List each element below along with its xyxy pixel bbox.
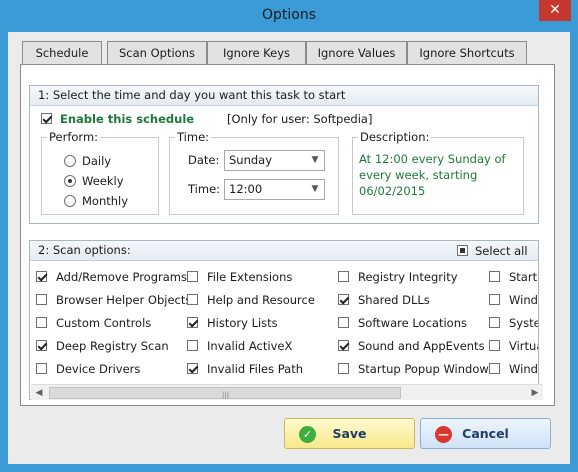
scan-option-checkbox[interactable] <box>338 294 349 305</box>
scan-option-label: Startup Popup Window <box>358 362 489 376</box>
scan-option-label: Windo <box>509 293 538 307</box>
tab-label: Schedule <box>35 46 89 60</box>
scan-option-label: Windo <box>509 362 538 376</box>
perform-box: Perform: Daily Weekly Monthly <box>41 130 159 215</box>
scan-option-checkbox[interactable] <box>338 317 349 328</box>
scan-option-label: Sound and AppEvents <box>358 339 485 353</box>
enable-schedule-label: Enable this schedule <box>60 112 195 126</box>
scan-option-label: Software Locations <box>358 316 467 330</box>
scan-option-label: Browser Helper Objects <box>56 293 192 307</box>
tab-ignore-keys[interactable]: Ignore Keys <box>207 41 306 65</box>
scan-option-checkbox[interactable] <box>489 363 500 374</box>
scan-option-checkbox[interactable] <box>338 363 349 374</box>
scan-option-checkbox[interactable] <box>338 340 349 351</box>
tab-ignore-values[interactable]: Ignore Values <box>306 41 407 65</box>
tab-schedule[interactable]: Schedule <box>22 41 102 65</box>
scroll-left-icon[interactable]: ◀ <box>31 385 47 401</box>
description-text: At 12:00 every Sunday of every week, sta… <box>359 152 506 198</box>
scan-option-label: Deep Registry Scan <box>56 339 169 353</box>
scan-option-checkbox[interactable] <box>187 340 198 351</box>
schedule-group-header: 1: Select the time and day you want this… <box>30 86 538 106</box>
radio-daily[interactable] <box>64 155 76 167</box>
schedule-group: 1: Select the time and day you want this… <box>29 85 539 224</box>
window-title: Options <box>261 7 317 23</box>
options-window: Options ✕ Schedule Scan Options Ignore K… <box>0 0 578 472</box>
tab-scan-options[interactable]: Scan Options <box>107 41 207 65</box>
time-label: Time: <box>188 182 221 196</box>
date-value: Sunday <box>229 153 273 167</box>
radio-monthly[interactable] <box>64 195 76 207</box>
scan-option-checkbox[interactable] <box>36 294 47 305</box>
scan-option-checkbox[interactable] <box>187 317 198 328</box>
radio-weekly[interactable] <box>64 175 76 187</box>
cancel-button[interactable]: — Cancel <box>420 418 551 449</box>
perform-title: Perform: <box>47 130 101 144</box>
enable-schedule-checkbox[interactable] <box>41 113 52 124</box>
horizontal-scrollbar[interactable]: ◀ ||| ▶ <box>31 384 543 400</box>
cancel-button-label: Cancel <box>462 426 509 441</box>
scan-option-checkbox[interactable] <box>187 363 198 374</box>
tab-label: Ignore Values <box>317 46 396 60</box>
tab-ignore-shortcuts[interactable]: Ignore Shortcuts <box>407 41 527 65</box>
scan-option-checkbox[interactable] <box>489 340 500 351</box>
save-button[interactable]: ✓ Save <box>284 418 415 449</box>
grip-icon: ||| <box>222 391 230 399</box>
scan-option-checkbox[interactable] <box>36 271 47 282</box>
scan-option-checkbox[interactable] <box>489 294 500 305</box>
scan-option-label: Device Drivers <box>56 362 141 376</box>
time-value: 12:00 <box>229 182 263 196</box>
scan-option-label: File Extensions <box>207 270 293 284</box>
save-button-label: Save <box>332 426 367 441</box>
chevron-down-icon: ▼ <box>311 184 319 194</box>
scan-option-checkbox[interactable] <box>187 294 198 305</box>
tab-label: Ignore Keys <box>222 46 291 60</box>
user-note: [Only for user: Softpedia] <box>227 112 373 126</box>
scan-option-checkbox[interactable] <box>187 271 198 282</box>
scan-option-label: Startu <box>509 270 538 284</box>
time-select[interactable]: 12:00 ▼ <box>224 179 325 200</box>
radio-monthly-label: Monthly <box>82 194 129 208</box>
tab-label: Ignore Shortcuts <box>419 46 515 60</box>
tab-label: Scan Options <box>119 46 195 60</box>
date-label: Date: <box>188 153 220 167</box>
schedule-panel: 1: Select the time and day you want this… <box>20 64 555 406</box>
select-all-checkbox[interactable] <box>457 245 468 256</box>
scroll-right-icon[interactable]: ▶ <box>527 385 543 401</box>
scan-option-label: History Lists <box>207 316 278 330</box>
scrollbar-thumb[interactable]: ||| <box>49 387 401 399</box>
scan-option-label: Invalid Files Path <box>207 362 304 376</box>
scan-option-label: Virtua <box>509 339 538 353</box>
description-title: Description: <box>358 130 432 144</box>
title-bar[interactable]: Options ✕ <box>0 0 578 32</box>
scan-option-label: Help and Resource <box>207 293 315 307</box>
scan-option-label: Add/Remove Programs <box>56 270 187 284</box>
scan-option-label: Registry Integrity <box>358 270 458 284</box>
scan-option-checkbox[interactable] <box>36 363 47 374</box>
close-button[interactable]: ✕ <box>539 0 571 21</box>
date-select[interactable]: Sunday ▼ <box>224 150 325 171</box>
scan-option-label: Invalid ActiveX <box>207 339 293 353</box>
scan-option-checkbox[interactable] <box>489 271 500 282</box>
select-all-label: Select all <box>475 244 528 258</box>
radio-daily-label: Daily <box>82 154 112 168</box>
description-box: Description: At 12:00 every Sunday of ev… <box>352 130 524 215</box>
scan-option-checkbox[interactable] <box>36 340 47 351</box>
scan-option-label: Custom Controls <box>56 316 152 330</box>
chevron-down-icon: ▼ <box>311 155 319 165</box>
scan-options-group: 2: Scan options: Select all Add/Remove P… <box>29 240 543 400</box>
scan-option-label: Syste <box>509 316 538 330</box>
time-title: Time: <box>175 130 212 144</box>
scan-option-checkbox[interactable] <box>36 317 47 328</box>
scan-options-list: Add/Remove Programs File Extensions Regi… <box>30 262 538 384</box>
time-box: Time: Date: Sunday ▼ Time: 12:00 ▼ <box>169 130 339 215</box>
scan-option-label: Shared DLLs <box>358 293 430 307</box>
scan-option-checkbox[interactable] <box>338 271 349 282</box>
scan-option-checkbox[interactable] <box>489 317 500 328</box>
radio-weekly-label: Weekly <box>82 174 124 188</box>
